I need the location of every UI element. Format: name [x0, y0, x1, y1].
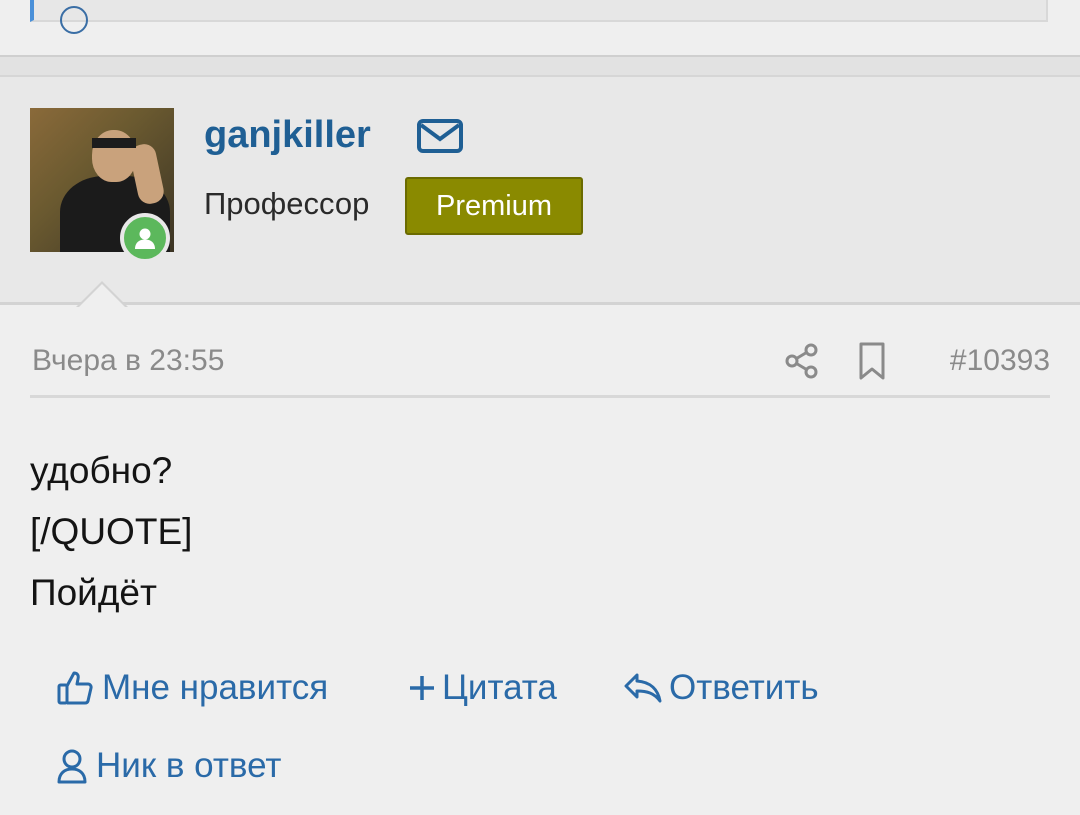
reply-icon — [624, 673, 662, 703]
thumbs-up-icon — [57, 671, 93, 705]
post-body: удобно? [/QUOTE] Пойдёт — [30, 440, 192, 623]
post-text-line: [/QUOTE] — [30, 511, 193, 552]
bookmark-icon[interactable] — [856, 341, 888, 381]
post-text-line: удобно? — [30, 450, 173, 491]
post-number[interactable]: #10393 — [950, 344, 1050, 378]
post-date[interactable]: Вчера в 23:55 — [32, 344, 224, 378]
previous-post-icon — [60, 6, 88, 34]
reply-button[interactable]: Ответить — [623, 668, 819, 708]
header-pointer-arrow — [76, 281, 128, 308]
share-icon[interactable] — [782, 341, 822, 381]
like-label: Мне нравится — [102, 668, 329, 707]
mention-button[interactable]: Ник в ответ — [56, 746, 281, 786]
like-button[interactable]: Мне нравится — [56, 668, 328, 708]
post-text-line: Пойдёт — [30, 572, 157, 613]
user-title: Профессор — [204, 186, 370, 221]
online-user-glyph — [135, 228, 155, 249]
avatar-figure-glasses — [92, 138, 136, 148]
username-link[interactable]: ganjkiller — [204, 114, 371, 157]
post-meta-bar: Вчера в 23:55 #10393 — [30, 338, 1050, 398]
plus-icon — [410, 676, 434, 700]
mail-icon[interactable] — [416, 118, 464, 154]
online-status-icon — [120, 213, 170, 263]
quote-label: Цитата — [442, 668, 557, 707]
reply-label: Ответить — [669, 668, 819, 707]
post-separator — [0, 55, 1080, 77]
premium-badge: Premium — [405, 177, 583, 235]
user-icon — [57, 749, 87, 784]
previous-post-block — [30, 0, 1048, 34]
mention-label: Ник в ответ — [96, 746, 282, 785]
quote-button[interactable]: Цитата — [408, 668, 557, 708]
